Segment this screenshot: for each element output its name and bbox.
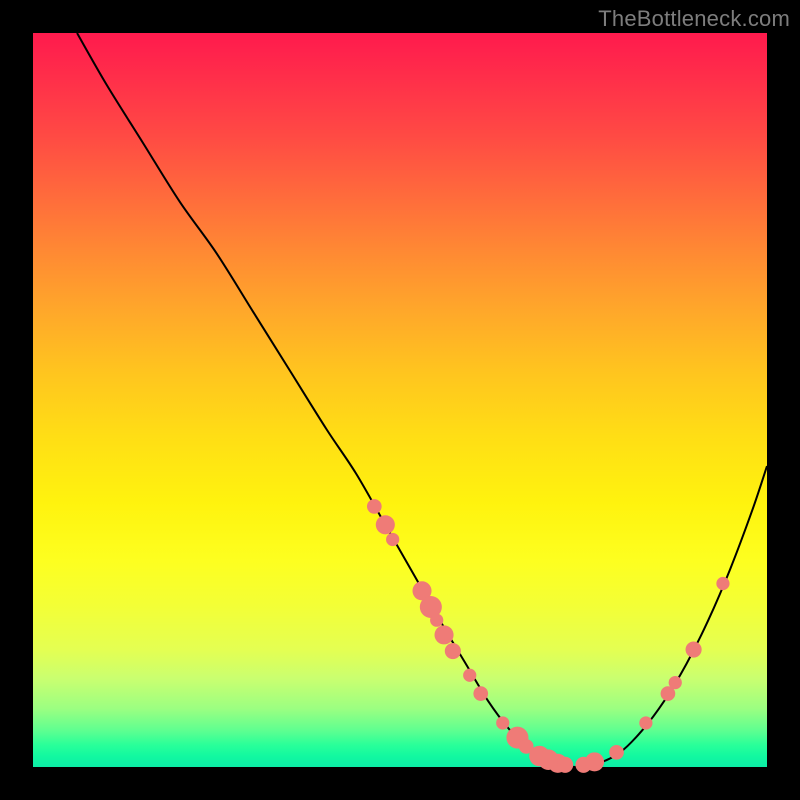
highlight-dot [639,716,652,729]
highlight-dot [376,515,395,534]
curve-svg [33,33,767,767]
highlight-dot [716,577,729,590]
plot-area [33,33,767,767]
highlight-dot [585,752,604,771]
highlight-dot [463,669,476,682]
highlight-dot [445,643,461,659]
highlight-dot [430,614,443,627]
highlight-dot [386,533,399,546]
highlight-dot [496,716,509,729]
highlight-dot [557,757,573,773]
highlight-dot [473,686,488,701]
chart-frame: TheBottleneck.com [0,0,800,800]
bottleneck-curve [77,33,767,767]
highlight-dot [367,499,382,514]
highlight-dot [686,641,702,657]
watermark-text: TheBottleneck.com [598,6,790,32]
highlight-dot [669,676,682,689]
highlight-dot [435,625,454,644]
highlight-dots-group [367,499,730,773]
highlight-dot [609,745,624,760]
